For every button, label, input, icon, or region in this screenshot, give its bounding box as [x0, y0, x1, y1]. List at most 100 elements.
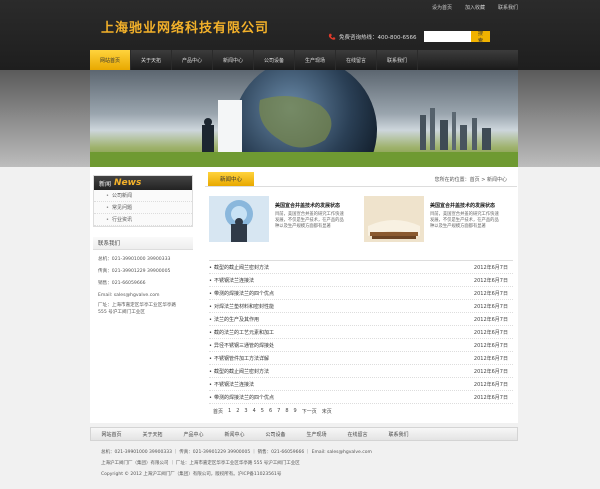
search-input[interactable]	[424, 31, 471, 42]
news-title[interactable]: 带测的焊接法兰的四个优点	[209, 394, 274, 401]
news-title[interactable]: 异径不锈钢三通管的焊接处	[209, 342, 274, 349]
page-1[interactable]: 1	[228, 408, 231, 415]
footer-link-contact[interactable]: 联系我们	[378, 431, 419, 438]
nav-home[interactable]: 网站首页	[90, 50, 131, 70]
page-last[interactable]: 末页	[322, 408, 332, 415]
page-3[interactable]: 3	[244, 408, 247, 415]
news-row[interactable]: 截型的截止阀兰密封方法 2012年6月7日	[209, 365, 513, 378]
sidebar-item-company-news[interactable]: 公司新闻	[94, 190, 192, 202]
hotline: 免费咨询热线：400-800-6566	[328, 33, 416, 41]
set-homepage-link[interactable]: 设为首页	[432, 4, 452, 11]
nav-news[interactable]: 新闻中心	[213, 50, 254, 70]
contact-email: Email: sales@hgvalve.com	[98, 293, 160, 298]
news-date: 2012年6月7日	[473, 355, 508, 362]
nav-contact[interactable]: 联系我们	[377, 50, 418, 70]
contact-fax: 传真：021-39901229 39900005	[98, 269, 171, 274]
news-row[interactable]: 不锈钢法兰连接法 2012年6月7日	[209, 378, 513, 391]
add-favorite-link[interactable]: 加入收藏	[465, 4, 485, 11]
news-date: 2012年6月7日	[473, 394, 508, 401]
page-7[interactable]: 7	[277, 408, 280, 415]
feature-desc: 目前，美国宣合并盖的研究工作快速发展，不仅是生产技术，在产品的品种以及生产规模方…	[275, 212, 344, 229]
footer-address: 上海沪工阀门厂（集团）有限公司 ｜ 厂址：上海市嘉定区华亭工业区华亭路 555 …	[101, 461, 300, 466]
news-list: 截型的截止阀兰密封方法 2012年6月7日 不锈钢法兰连接法 2012年6月7日 带…	[209, 260, 513, 404]
sidebar-header-en: News	[114, 178, 142, 188]
page-9[interactable]: 9	[294, 408, 297, 415]
sidebar-header: 新闻 News	[94, 176, 192, 190]
search-button[interactable]: 搜索	[471, 31, 490, 44]
news-row[interactable]: 带测的焊接法兰的四个优点 2012年6月7日	[209, 391, 513, 404]
footer-copyright: Copyright © 2012 上海沪工阀门厂（集团）有限公司，版权所有。沪I…	[101, 472, 282, 477]
news-date: 2012年6月7日	[473, 329, 508, 336]
nav-about[interactable]: 关于天拓	[131, 50, 172, 70]
company-logo[interactable]: 上海驰业网络科技有限公司	[101, 17, 269, 36]
news-row[interactable]: 不锈钢法兰连接法 2012年6月7日	[209, 274, 513, 287]
nav-equipment[interactable]: 公司设备	[254, 50, 295, 70]
news-date: 2012年6月7日	[473, 290, 508, 297]
content-area: 新闻中心 您所在的位置：首页 > 新闻中心 美国宣合并盖技术的发展状态 目前，美…	[205, 172, 517, 415]
news-date: 2012年6月7日	[473, 368, 508, 375]
news-row[interactable]: 截型的截止阀兰密封方法 2012年6月7日	[209, 261, 513, 274]
page-4[interactable]: 4	[253, 408, 256, 415]
footer-link-about[interactable]: 关于天拓	[132, 431, 173, 438]
page-8[interactable]: 8	[285, 408, 288, 415]
news-title[interactable]: 不锈钢管件加工方法详解	[209, 355, 269, 362]
news-title[interactable]: 不锈钢法兰连接法	[209, 381, 254, 388]
nav-production[interactable]: 生产现场	[295, 50, 336, 70]
news-row[interactable]: 截的法兰的工艺元素和加工 2012年6月7日	[209, 326, 513, 339]
tab-news-center[interactable]: 新闻中心	[208, 172, 254, 186]
footer-link-products[interactable]: 产品中心	[173, 431, 214, 438]
news-row[interactable]: 带测的焊接法兰的四个优点 2012年6月7日	[209, 287, 513, 300]
news-date: 2012年6月7日	[473, 264, 508, 271]
footer-link-message[interactable]: 在线留言	[337, 431, 378, 438]
news-title[interactable]: 截型的截止阀兰密封方法	[209, 264, 269, 271]
page-6[interactable]: 6	[269, 408, 272, 415]
news-date: 2012年6月7日	[473, 381, 508, 388]
news-title[interactable]: 带测的焊接法兰的四个优点	[209, 290, 274, 297]
footer-link-home[interactable]: 网站首页	[91, 431, 132, 438]
contact-us-link[interactable]: 联系我们	[498, 4, 518, 11]
page-first[interactable]: 首页	[213, 408, 223, 415]
news-date: 2012年6月7日	[473, 303, 508, 310]
contact-info: 总机：021-39901000 39900333 传真：021-39901229…	[93, 256, 193, 316]
page-5[interactable]: 5	[261, 408, 264, 415]
top-links: 设为首页 加入收藏 联系我们	[432, 4, 518, 11]
feature-image-books	[364, 196, 424, 242]
contact-address: 厂址：上海市嘉定区华亭工业区华亭路	[98, 303, 177, 308]
news-row[interactable]: 不锈钢管件加工方法详解 2012年6月7日	[209, 352, 513, 365]
news-title[interactable]: 截的法兰的工艺元素和加工	[209, 329, 274, 336]
phone-icon	[328, 33, 336, 40]
news-title[interactable]: 法兰的生产及其作用	[209, 316, 259, 323]
news-date: 2012年6月7日	[473, 316, 508, 323]
sidebar-header-cn: 新闻	[99, 180, 112, 188]
featured-article[interactable]: 美国宣合并盖技术的发展状态 目前，美国宣合并盖的研究工作快速发展，不仅是生产技术…	[205, 196, 355, 248]
news-row[interactable]: 法兰的生产及其作用 2012年6月7日	[209, 313, 513, 326]
contact-title: 联系我们	[93, 237, 193, 250]
hero-banner	[90, 70, 518, 167]
feature-desc: 目前，美国宣合并盖的研究工作快速发展，不仅是生产技术，在产品的品种以及生产规模方…	[430, 212, 499, 229]
news-title[interactable]: 截型的截止阀兰密封方法	[209, 368, 269, 375]
banner-left-fill	[0, 70, 90, 167]
nav-message[interactable]: 在线留言	[336, 50, 377, 70]
sidebar-item-industry[interactable]: 行业资讯	[94, 214, 192, 226]
main-nav: 网站首页 关于天拓 产品中心 新闻中心 公司设备 生产现场 在线留言 联系我们	[90, 50, 518, 70]
featured-article[interactable]: 美国宣合并盖技术的发展状态 目前，美国宣合并盖的研究工作快速发展，不仅是生产技术…	[360, 196, 510, 248]
feature-title[interactable]: 美国宣合并盖技术的发展状态	[430, 202, 495, 209]
page-next[interactable]: 下一页	[302, 408, 317, 415]
footer-link-production[interactable]: 生产现场	[296, 431, 337, 438]
news-title[interactable]: 不锈钢法兰连接法	[209, 277, 254, 284]
contact-address-2: 555 号沪工阀门工业区	[98, 310, 145, 315]
contact-sales: 销售：021-66059666	[98, 281, 146, 286]
news-date: 2012年6月7日	[473, 277, 508, 284]
feature-title[interactable]: 美国宣合并盖技术的发展状态	[275, 202, 340, 209]
footer-link-news[interactable]: 新闻中心	[214, 431, 255, 438]
sidebar-item-faq[interactable]: 常见问题	[94, 202, 192, 214]
news-date: 2012年6月7日	[473, 342, 508, 349]
news-row[interactable]: 异径不锈钢三通管的焊接处 2012年6月7日	[209, 339, 513, 352]
nav-products[interactable]: 产品中心	[172, 50, 213, 70]
footer-link-equipment[interactable]: 公司设备	[255, 431, 296, 438]
news-title[interactable]: 对焊法兰垫材料和密封性能	[209, 303, 274, 310]
page-2[interactable]: 2	[236, 408, 239, 415]
content-header: 新闻中心 您所在的位置：首页 > 新闻中心	[205, 172, 517, 187]
news-row[interactable]: 对焊法兰垫材料和密封性能 2012年6月7日	[209, 300, 513, 313]
banner-right-fill	[518, 70, 600, 167]
